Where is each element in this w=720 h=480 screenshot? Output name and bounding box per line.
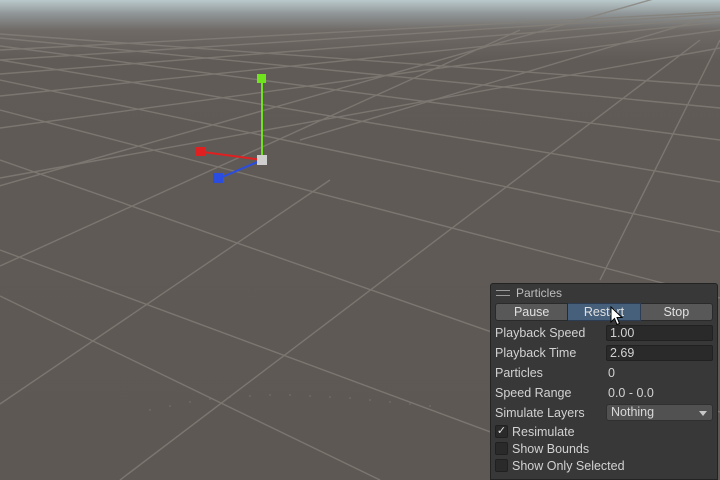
playback-controls: Pause Restart Stop	[495, 303, 713, 321]
simulate-layers-value: Nothing	[611, 405, 655, 419]
x-axis-line[interactable]	[202, 151, 263, 161]
show-bounds-row[interactable]: Show Bounds	[491, 440, 717, 457]
grip-icon[interactable]	[496, 289, 510, 296]
panel-title: Particles	[516, 285, 563, 300]
speed-range-label: Speed Range	[495, 386, 572, 400]
resimulate-row[interactable]: ✓ Resimulate	[491, 423, 717, 440]
gizmo-center[interactable]	[257, 155, 267, 165]
panel-header[interactable]: Particles	[491, 284, 717, 301]
simulate-layers-dropdown[interactable]: Nothing	[606, 404, 713, 421]
resimulate-label: Resimulate	[512, 424, 575, 439]
particles-count: 0	[608, 366, 615, 380]
playback-time-field[interactable]: 2.69	[606, 345, 713, 361]
pause-button[interactable]: Pause	[495, 303, 569, 321]
z-axis-handle[interactable]	[213, 173, 223, 183]
playback-time-row: Playback Time 2.69	[491, 343, 717, 363]
particles-label: Particles	[495, 366, 543, 380]
show-only-selected-row[interactable]: Show Only Selected	[491, 457, 717, 474]
cursor-icon	[610, 306, 624, 326]
show-bounds-label: Show Bounds	[512, 441, 590, 456]
playback-time-label: Playback Time	[495, 346, 577, 360]
stop-button[interactable]: Stop	[640, 303, 713, 321]
x-axis-handle[interactable]	[196, 147, 205, 156]
speed-range-value: 0.0 - 0.0	[608, 386, 654, 400]
y-axis-handle[interactable]	[257, 74, 266, 83]
show-only-selected-label: Show Only Selected	[512, 458, 625, 473]
resimulate-checkbox[interactable]: ✓	[495, 425, 508, 438]
show-only-selected-checkbox[interactable]	[495, 459, 508, 472]
playback-speed-field[interactable]: 1.00	[606, 325, 713, 341]
chevron-down-icon	[699, 411, 707, 416]
playback-speed-row: Playback Speed 1.00	[491, 323, 717, 343]
simulate-layers-label: Simulate Layers	[495, 406, 585, 420]
speed-range-row: Speed Range 0.0 - 0.0	[491, 383, 717, 403]
playback-speed-label: Playback Speed	[495, 326, 586, 340]
particles-row: Particles 0	[491, 363, 717, 383]
restart-button[interactable]: Restart	[568, 303, 641, 321]
simulate-layers-row: Simulate Layers Nothing	[491, 403, 717, 423]
show-bounds-checkbox[interactable]	[495, 442, 508, 455]
z-axis-line[interactable]	[219, 159, 263, 179]
particles-overlay-panel: Particles Pause Restart Stop Playback Sp…	[490, 283, 718, 480]
